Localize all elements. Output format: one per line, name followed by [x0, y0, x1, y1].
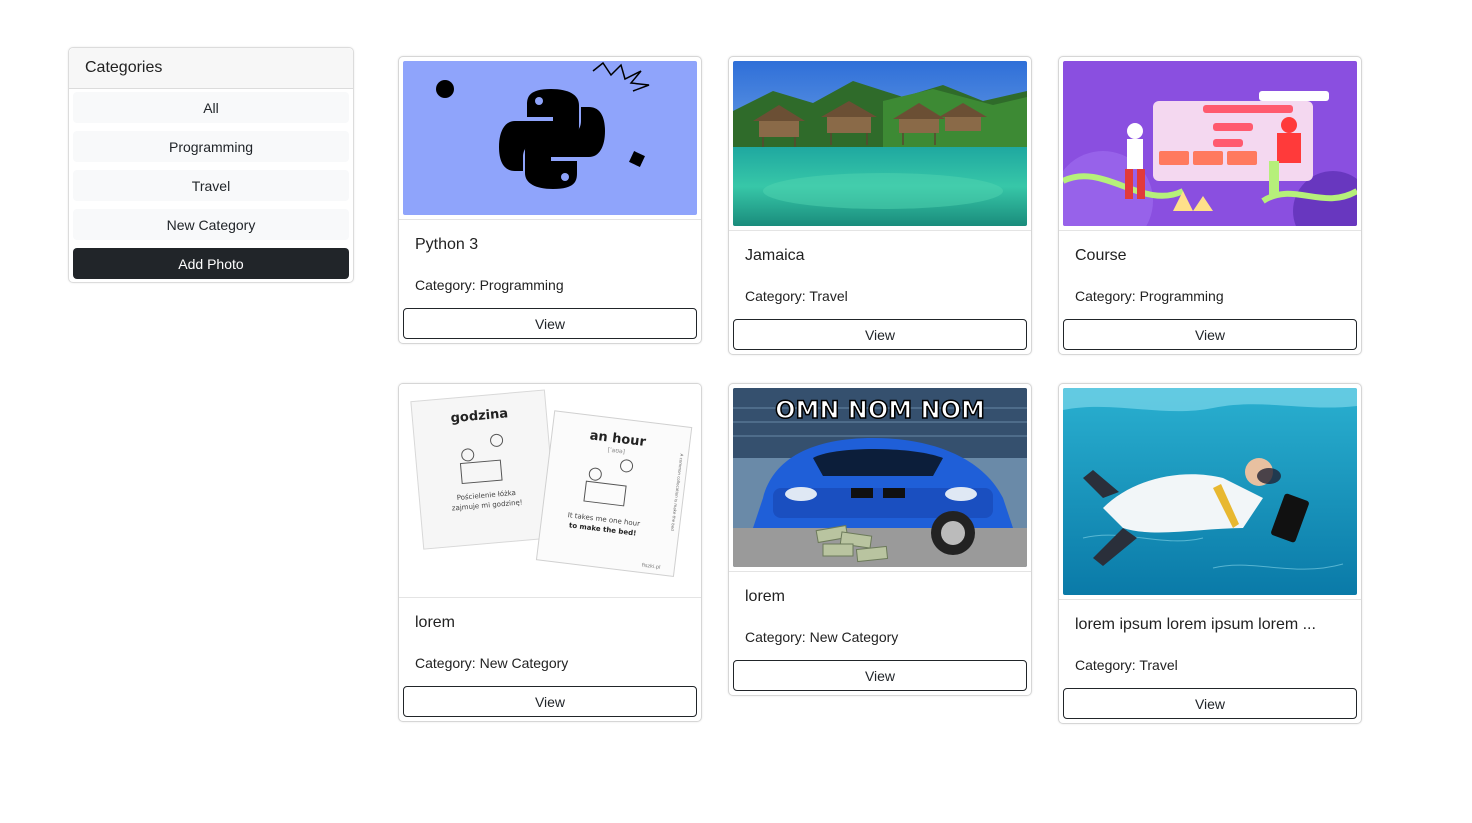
photo-card: godzina Pościelenie łóżka zajmuje mi god…: [398, 383, 702, 722]
card-image-flashcards: godzina Pościelenie łóżka zajmuje mi god…: [399, 384, 701, 597]
categories-header: Categories: [69, 48, 353, 89]
card-title: lorem ipsum lorem ipsum lorem ...: [1075, 616, 1316, 633]
web-course-illustration: [1063, 61, 1357, 226]
card-image-jamaica: [733, 61, 1027, 226]
card-category: Category: Programming: [1075, 288, 1224, 304]
card-image-course: [1063, 61, 1357, 226]
view-button[interactable]: View: [733, 660, 1027, 691]
photo-card: Jamaica Category: Travel View: [728, 56, 1032, 355]
card-title: Python 3: [415, 236, 479, 253]
photo-card: OMN NOM NOM lorem Category: New Category…: [728, 383, 1032, 696]
underwater-businessman-image: [1063, 388, 1357, 595]
photo-card: Course Category: Programming View: [1058, 56, 1362, 355]
card-category: Category: New Category: [745, 629, 899, 645]
category-travel-button[interactable]: Travel: [73, 170, 349, 201]
card-category: Category: Travel: [745, 288, 848, 304]
view-button[interactable]: View: [403, 308, 697, 339]
add-photo-button[interactable]: Add Photo: [73, 248, 349, 279]
view-button[interactable]: View: [733, 319, 1027, 350]
blue-car-meme-image: OMN NOM NOM: [733, 388, 1027, 567]
card-title: lorem: [745, 588, 786, 605]
card-title: lorem: [415, 614, 456, 631]
view-button[interactable]: View: [1063, 688, 1357, 719]
categories-panel: Categories All Programming Travel New Ca…: [68, 47, 354, 283]
card-title: Jamaica: [745, 247, 805, 264]
view-button[interactable]: View: [1063, 319, 1357, 350]
card-category: Category: Programming: [415, 277, 564, 293]
view-button[interactable]: View: [403, 686, 697, 717]
category-programming-button[interactable]: Programming: [73, 131, 349, 162]
category-new-category-button[interactable]: New Category: [73, 209, 349, 240]
category-all-button[interactable]: All: [73, 92, 349, 123]
card-category: Category: New Category: [415, 655, 569, 671]
category-list: All Programming Travel New Category Add …: [69, 89, 353, 279]
card-title: Course: [1075, 247, 1127, 264]
tropical-bungalows-image: [733, 61, 1027, 226]
flashcards-image: godzina Pościelenie łóżka zajmuje mi god…: [399, 384, 701, 597]
card-image-underwater: [1063, 388, 1357, 595]
photo-card: Python 3 Category: Programming View: [398, 56, 702, 344]
card-category: Category: Travel: [1075, 657, 1178, 673]
card-image-car-meme: OMN NOM NOM: [733, 388, 1027, 567]
photo-card: lorem ipsum lorem ipsum lorem ... Catego…: [1058, 383, 1362, 724]
meme-caption: OMN NOM NOM: [775, 396, 985, 424]
card-image-python: [403, 61, 697, 215]
python-logo-icon: [403, 61, 697, 215]
